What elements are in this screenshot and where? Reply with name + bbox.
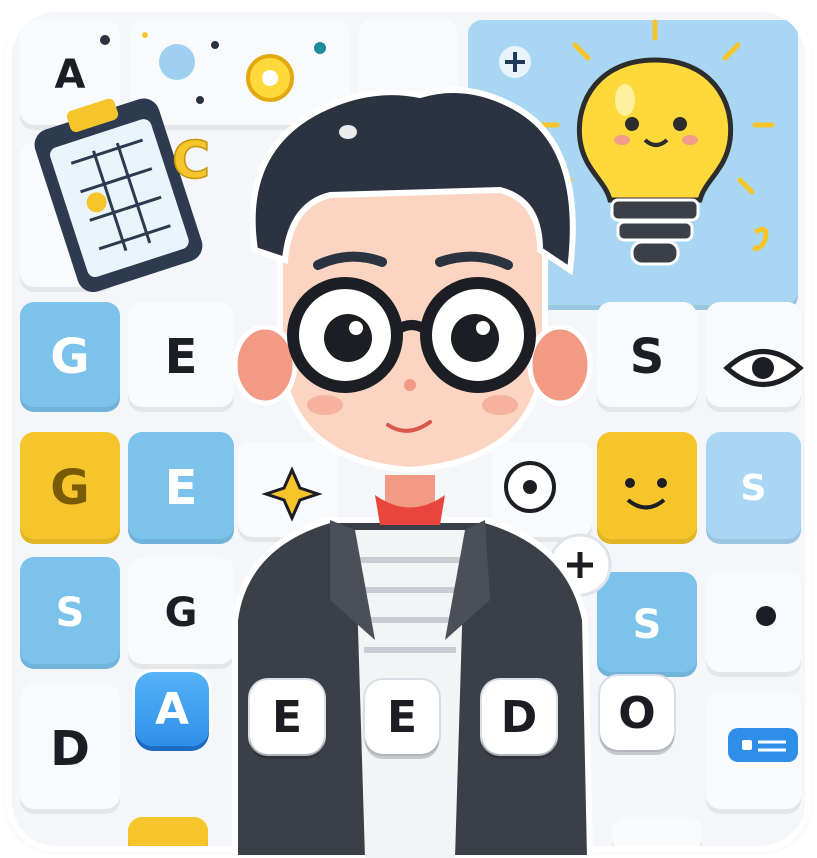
confetti	[100, 32, 326, 104]
eye-icon	[723, 349, 804, 387]
dot-icon	[756, 606, 776, 626]
letter-button[interactable]: E	[250, 680, 324, 754]
letter-button[interactable]: D	[482, 680, 556, 754]
coin-icon	[246, 54, 294, 102]
sparkle-icon	[261, 466, 323, 522]
bubble-icon	[159, 44, 195, 80]
target-icon	[504, 461, 556, 513]
smiley-icon	[625, 478, 667, 510]
menu-pill-icon	[728, 728, 798, 762]
letter-c-decoration: C	[172, 131, 210, 191]
letter-button[interactable]: O	[600, 676, 674, 750]
letter-button[interactable]: A	[135, 672, 209, 746]
plus-circle-icon	[499, 46, 531, 78]
letter-button[interactable]: E	[365, 680, 439, 754]
